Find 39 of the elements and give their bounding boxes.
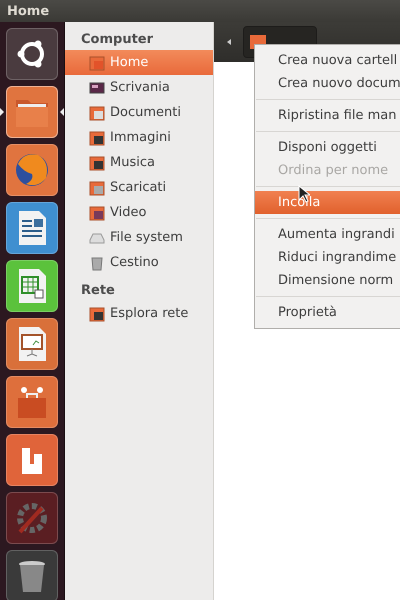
menu-item[interactable]: Ripristina file man [255, 104, 400, 127]
menu-item[interactable]: Crea nuova cartell [255, 49, 400, 72]
sidebar-item[interactable]: Immagini [65, 125, 213, 150]
desktop-icon [89, 80, 105, 96]
launcher-button[interactable] [6, 260, 58, 312]
folder-icon [89, 204, 105, 220]
launcher-button[interactable] [6, 202, 58, 254]
menu-item[interactable]: Crea nuovo docum [255, 72, 400, 95]
launcher-button[interactable] [6, 144, 58, 196]
folder-icon [89, 306, 105, 322]
sidebar-heading: Rete [80, 282, 116, 300]
folder-icon [89, 130, 105, 146]
folder-icon [89, 54, 105, 70]
menu-item[interactable]: Aumenta ingrandi [255, 223, 400, 246]
window-title: Home [7, 4, 50, 18]
menu-item[interactable]: Dimensione norm [255, 269, 400, 292]
sidebar-item[interactable]: Scrivania [65, 75, 213, 100]
trash-icon [89, 254, 105, 270]
folder-icon [89, 154, 105, 170]
launcher-button[interactable] [6, 434, 58, 486]
sidebar-item[interactable]: Documenti [65, 100, 213, 125]
launcher-button[interactable] [6, 86, 58, 138]
sidebar-item[interactable]: File system [65, 225, 213, 250]
sidebar-heading: Computer [80, 31, 154, 49]
launcher-button[interactable] [6, 318, 58, 370]
sidebar-item[interactable]: Musica [65, 150, 213, 175]
sidebar-item[interactable]: Scaricati [65, 175, 213, 200]
sidebar-item[interactable]: Cestino [65, 250, 213, 275]
sidebar-item[interactable]: Esplora rete [65, 301, 213, 326]
back-arrow-icon[interactable] [227, 39, 231, 45]
folder-icon [89, 104, 105, 120]
menu-item[interactable]: Riduci ingrandime [255, 246, 400, 269]
menu-item[interactable]: Disponi oggetti [255, 136, 400, 159]
launcher-button[interactable] [6, 550, 58, 600]
menu-item[interactable]: Proprietà [255, 301, 400, 324]
folder-icon [89, 180, 105, 196]
launcher-button[interactable] [6, 376, 58, 428]
dash-button[interactable] [6, 28, 58, 80]
sidebar-item[interactable]: Video [65, 200, 213, 225]
